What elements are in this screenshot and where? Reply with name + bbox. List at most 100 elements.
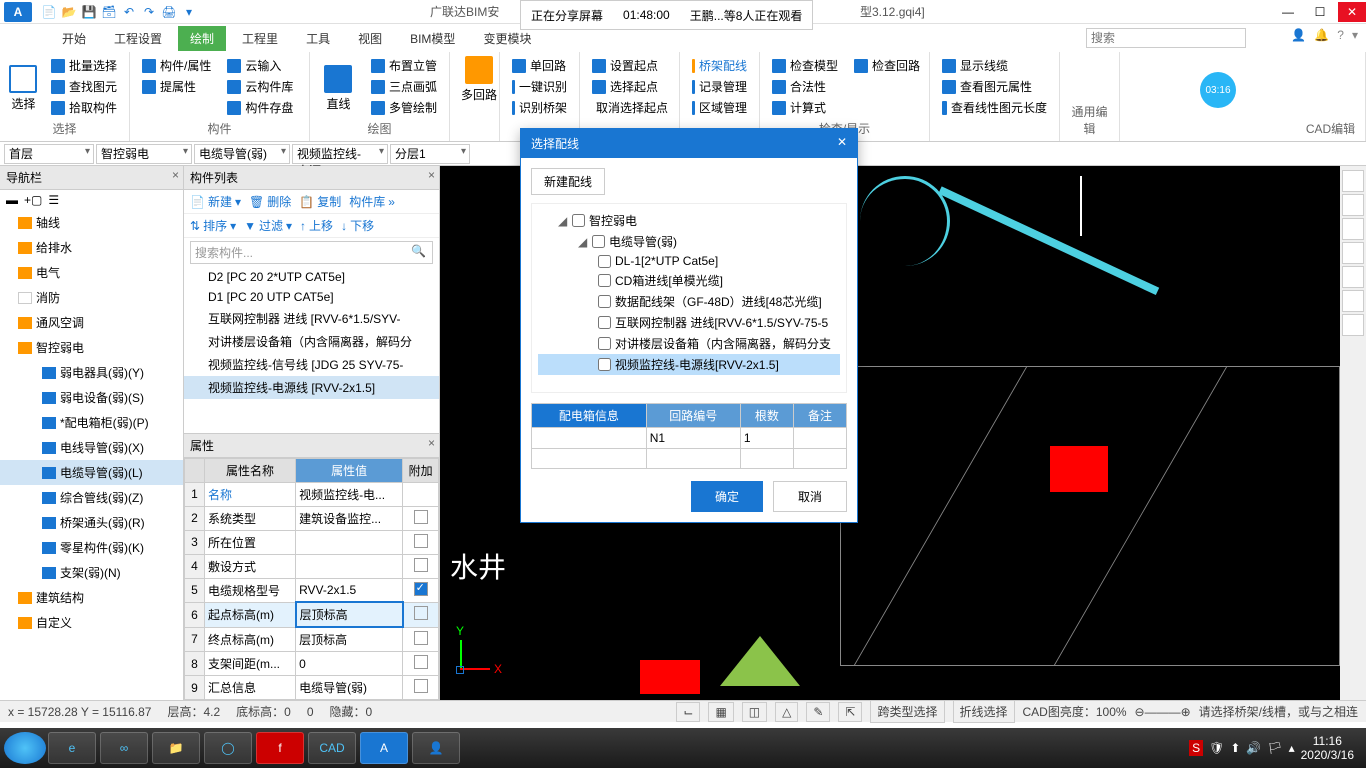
area-mgmt-button[interactable]: 区域管理 bbox=[688, 98, 751, 117]
vertical-pipe-button[interactable]: 布置立管 bbox=[367, 56, 441, 75]
dd-floor[interactable]: 首层 bbox=[4, 144, 94, 164]
tree-checkbox[interactable] bbox=[598, 358, 611, 371]
rtool-pan-icon[interactable] bbox=[1342, 194, 1364, 216]
tray-more-icon[interactable]: ▴ bbox=[1289, 741, 1295, 755]
comp-item[interactable]: 互联网控制器 进线 [RVV-6*1.5/SYV- bbox=[184, 307, 439, 330]
tree-checkbox[interactable] bbox=[598, 274, 611, 287]
maximize-button[interactable]: ☐ bbox=[1306, 2, 1334, 22]
dlg-tree-item[interactable]: DL-1[2*UTP Cat5e] bbox=[538, 252, 840, 270]
nav-item-misc[interactable]: 零星构件(弱)(K) bbox=[0, 535, 183, 560]
new-comp-button[interactable]: 📄新建▾ bbox=[190, 193, 241, 210]
cancel-start-button[interactable]: 取消选择起点 bbox=[588, 98, 671, 117]
three-point-arc-button[interactable]: 三点画弧 bbox=[367, 77, 441, 96]
set-start-button[interactable]: 设置起点 bbox=[588, 56, 671, 75]
tree-checkbox[interactable] bbox=[572, 214, 585, 227]
select-start-button[interactable]: 选择起点 bbox=[588, 77, 671, 96]
dlg-tree-item[interactable]: CD箱进线[单模光缆] bbox=[538, 270, 840, 291]
sb-edit-icon[interactable]: ✎ bbox=[806, 702, 830, 722]
comp-item-selected[interactable]: 视频监控线-电源线 [RVV-2x1.5] bbox=[184, 376, 439, 399]
show-cable-button[interactable]: 显示线缆 bbox=[938, 56, 1051, 75]
prop-val[interactable]: RVV-2x1.5 bbox=[296, 578, 403, 602]
dlg-tree-item[interactable]: ◢智控弱电 bbox=[538, 210, 840, 231]
prop-chk[interactable] bbox=[414, 534, 428, 548]
prop-val[interactable]: 层顶标高 bbox=[296, 627, 403, 652]
dialog-close-icon[interactable]: ✕ bbox=[837, 135, 847, 152]
nav-item-wire-conduit[interactable]: 电线导管(弱)(X) bbox=[0, 435, 183, 460]
dlg-tree-item[interactable]: ◢电缆导管(弱) bbox=[538, 231, 840, 252]
find-element-button[interactable]: 查找图元 bbox=[47, 77, 121, 96]
prop-val[interactable] bbox=[296, 530, 403, 554]
prop-chk[interactable] bbox=[414, 655, 428, 669]
prop-chk[interactable] bbox=[414, 631, 428, 645]
prop-val-editing[interactable]: 层顶标高 bbox=[296, 602, 403, 627]
task-app[interactable]: A bbox=[360, 732, 408, 764]
rtool-cube-icon[interactable] bbox=[1342, 170, 1364, 192]
prop-val[interactable]: 视频监控线-电... bbox=[296, 482, 403, 506]
nav-item-weak[interactable]: 智控弱电 bbox=[0, 335, 183, 360]
sb-brightness[interactable]: CAD图亮度：100% bbox=[1023, 703, 1127, 720]
qat-redo-icon[interactable]: ↷ bbox=[140, 3, 158, 21]
sb-cross-type[interactable]: 跨类型选择 bbox=[870, 700, 944, 723]
nav-item-struct[interactable]: 建筑结构 bbox=[0, 585, 183, 610]
help-icon[interactable]: ? bbox=[1337, 28, 1344, 42]
prop-chk[interactable] bbox=[414, 606, 428, 620]
ok-button[interactable]: 确定 bbox=[691, 481, 763, 512]
recog-bridge-button[interactable]: 识别桥架 bbox=[508, 98, 571, 117]
prop-chk[interactable] bbox=[414, 510, 428, 524]
tree-checkbox[interactable] bbox=[592, 235, 605, 248]
nav-item-bridge-head[interactable]: 桥架通头(弱)(R) bbox=[0, 510, 183, 535]
new-wiring-button[interactable]: 新建配线 bbox=[531, 168, 605, 195]
prop-chk[interactable] bbox=[414, 679, 428, 693]
sb-move-icon[interactable]: ⇱ bbox=[838, 702, 862, 722]
qat-new-icon[interactable]: 📄 bbox=[40, 3, 58, 21]
user-icon[interactable]: 👤 bbox=[1291, 28, 1306, 42]
task-cad[interactable]: CAD bbox=[308, 732, 356, 764]
dlg-table-row[interactable]: N1 1 bbox=[532, 428, 847, 449]
tab-project[interactable]: 工程设置 bbox=[102, 26, 174, 51]
search-icon[interactable]: 🔍 bbox=[411, 244, 426, 258]
task-explorer[interactable]: 📁 bbox=[152, 732, 200, 764]
sb-broken-line[interactable]: 折线选择 bbox=[953, 700, 1015, 723]
nav-item-weak-device[interactable]: 弱电器具(弱)(Y) bbox=[0, 360, 183, 385]
qat-print-icon[interactable]: 🖨 bbox=[160, 3, 178, 21]
formula-button[interactable]: 计算式 bbox=[768, 98, 842, 117]
nav-item-combined[interactable]: 综合管线(弱)(Z) bbox=[0, 485, 183, 510]
tab-draw[interactable]: 绘制 bbox=[178, 26, 226, 51]
batch-select-button[interactable]: 批量选择 bbox=[47, 56, 121, 75]
qat-open-icon[interactable]: 📂 bbox=[60, 3, 78, 21]
tree-checkbox[interactable] bbox=[598, 255, 611, 268]
nav-item-distbox[interactable]: *配电箱柜(弱)(P) bbox=[0, 410, 183, 435]
moveup-button[interactable]: ↑上移 bbox=[300, 217, 333, 234]
tab-engineer[interactable]: 工程里 bbox=[230, 26, 290, 51]
tab-bim[interactable]: BIM模型 bbox=[398, 26, 467, 51]
movedown-button[interactable]: ↓下移 bbox=[341, 217, 374, 234]
task-ie[interactable]: e bbox=[48, 732, 96, 764]
sb-3d-icon[interactable]: ◫ bbox=[742, 702, 767, 722]
bridge-wiring-button[interactable]: 桥架配线 bbox=[688, 56, 751, 75]
dlg-tree-item[interactable]: 对讲楼层设备箱（内含隔离器，解码分支 bbox=[538, 333, 840, 354]
nav-tool-add-icon[interactable]: +▢ bbox=[24, 193, 42, 207]
multi-circuit-button[interactable]: 多回路 bbox=[458, 56, 500, 103]
qat-saveall-icon[interactable]: 🗃 bbox=[100, 3, 118, 21]
sb-snap-icon[interactable]: ⌙ bbox=[676, 702, 700, 722]
check-model-button[interactable]: 检查模型 bbox=[768, 56, 842, 75]
prop-close-icon[interactable]: × bbox=[428, 436, 435, 450]
minimize-button[interactable]: — bbox=[1274, 2, 1302, 22]
sb-grid-icon[interactable]: ▦ bbox=[708, 702, 733, 722]
nav-item-custom[interactable]: 自定义 bbox=[0, 610, 183, 635]
ribbon-search-input[interactable] bbox=[1086, 28, 1246, 48]
comp-item[interactable]: D1 [PC 20 UTP CAT5e] bbox=[184, 287, 439, 307]
dd-type[interactable]: 电缆导管(弱) bbox=[194, 144, 290, 164]
task-flash[interactable]: f bbox=[256, 732, 304, 764]
cancel-button[interactable]: 取消 bbox=[773, 481, 847, 512]
rtool-zoom-icon[interactable] bbox=[1342, 218, 1364, 240]
legality-button[interactable]: 合法性 bbox=[768, 77, 842, 96]
dropdown-icon[interactable]: ▾ bbox=[1352, 28, 1358, 42]
one-click-recog-button[interactable]: 一键识别 bbox=[508, 77, 571, 96]
tray-flag-icon[interactable]: 🏳 bbox=[1267, 741, 1282, 755]
nav-item-hvac[interactable]: 通风空调 bbox=[0, 310, 183, 335]
sb-slider-icon[interactable]: ⊖———⊕ bbox=[1135, 705, 1191, 719]
check-circuit-button[interactable]: 检查回路 bbox=[850, 56, 924, 75]
qat-save-icon[interactable]: 💾 bbox=[80, 3, 98, 21]
comp-search-input[interactable]: 搜索构件... 🔍 bbox=[190, 241, 433, 264]
